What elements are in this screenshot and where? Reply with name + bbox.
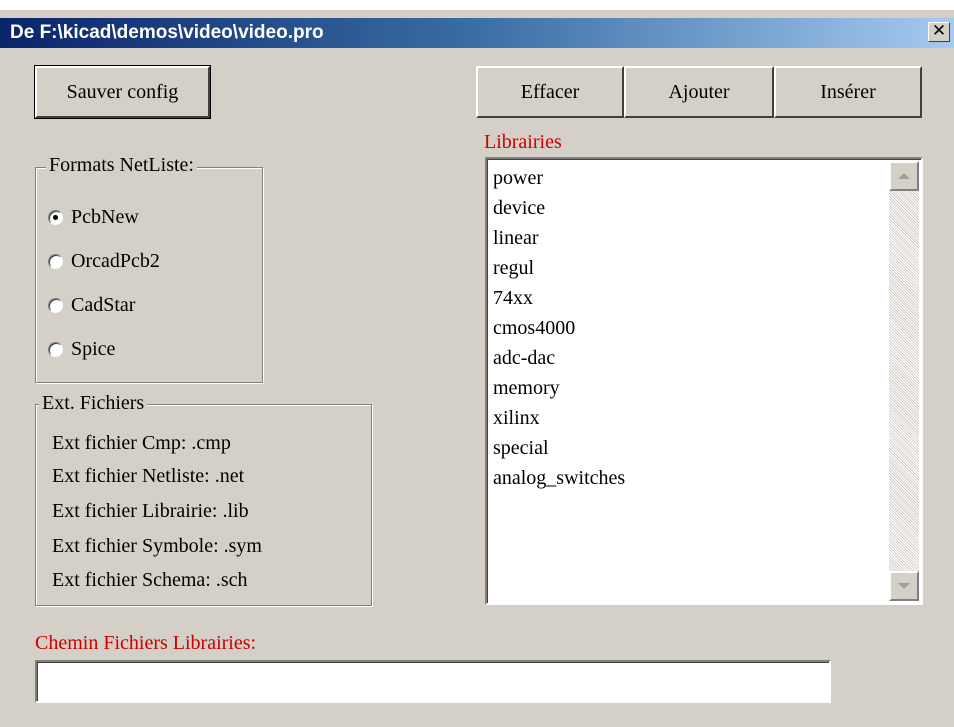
radio-unchecked-icon[interactable]: [48, 298, 63, 313]
radio-label: CadStar: [71, 294, 136, 316]
radio-unchecked-icon[interactable]: [48, 254, 63, 269]
libraries-label: Librairies: [484, 131, 562, 153]
close-button[interactable]: ✕: [928, 22, 950, 42]
list-item[interactable]: device: [493, 197, 545, 220]
list-item[interactable]: analog_switches: [493, 467, 625, 490]
libraries-scrollbar[interactable]: [889, 161, 919, 601]
ext-cmp-text: Ext fichier Cmp: .cmp: [52, 432, 231, 454]
ext-symbol-text: Ext fichier Symbole: .sym: [52, 535, 262, 557]
list-item[interactable]: xilinx: [493, 407, 540, 430]
title-bar[interactable]: De F:\kicad\demos\video\video.pro ✕: [0, 18, 954, 48]
list-item[interactable]: cmos4000: [493, 317, 575, 340]
radio-checked-icon[interactable]: [48, 210, 63, 225]
scroll-up-button[interactable]: [889, 161, 919, 191]
insert-button[interactable]: Insérer: [774, 66, 922, 118]
ext-schema-text: Ext fichier Schema: .sch: [52, 569, 248, 591]
radio-orcadpcb2[interactable]: OrcadPcb2: [48, 250, 160, 273]
lib-path-label: Chemin Fichiers Librairies:: [35, 632, 257, 654]
lib-path-input[interactable]: [35, 660, 831, 703]
list-item[interactable]: adc-dac: [493, 347, 555, 370]
save-config-button[interactable]: Sauver config: [34, 65, 211, 119]
list-item[interactable]: power: [493, 167, 543, 190]
add-button[interactable]: Ajouter: [624, 66, 774, 118]
list-item[interactable]: 74xx: [493, 287, 533, 310]
radio-label: PcbNew: [71, 206, 139, 228]
list-item[interactable]: special: [493, 437, 549, 460]
arrow-up-icon: [898, 173, 910, 179]
netlist-formats-legend: Formats NetListe:: [46, 154, 197, 177]
libraries-listbox[interactable]: power device linear regul 74xx cmos4000 …: [485, 157, 923, 605]
list-item[interactable]: linear: [493, 227, 539, 250]
arrow-down-icon: [898, 583, 910, 589]
window-title: De F:\kicad\demos\video\video.pro: [10, 22, 324, 43]
ext-netlist-text: Ext fichier Netliste: .net: [52, 465, 245, 487]
erase-button[interactable]: Effacer: [476, 66, 624, 118]
close-icon: ✕: [931, 21, 947, 41]
list-item[interactable]: regul: [493, 257, 534, 280]
radio-label: Spice: [71, 338, 116, 360]
radio-pcbnew[interactable]: PcbNew: [48, 206, 139, 229]
list-item[interactable]: memory: [493, 377, 560, 400]
radio-spice[interactable]: Spice: [48, 338, 115, 361]
scroll-down-button[interactable]: [889, 571, 919, 601]
radio-label: OrcadPcb2: [71, 250, 160, 272]
radio-cadstar[interactable]: CadStar: [48, 294, 135, 317]
ext-files-legend: Ext. Fichiers: [39, 392, 148, 415]
radio-unchecked-icon[interactable]: [48, 342, 63, 357]
ext-library-text: Ext fichier Librairie: .lib: [52, 500, 249, 522]
